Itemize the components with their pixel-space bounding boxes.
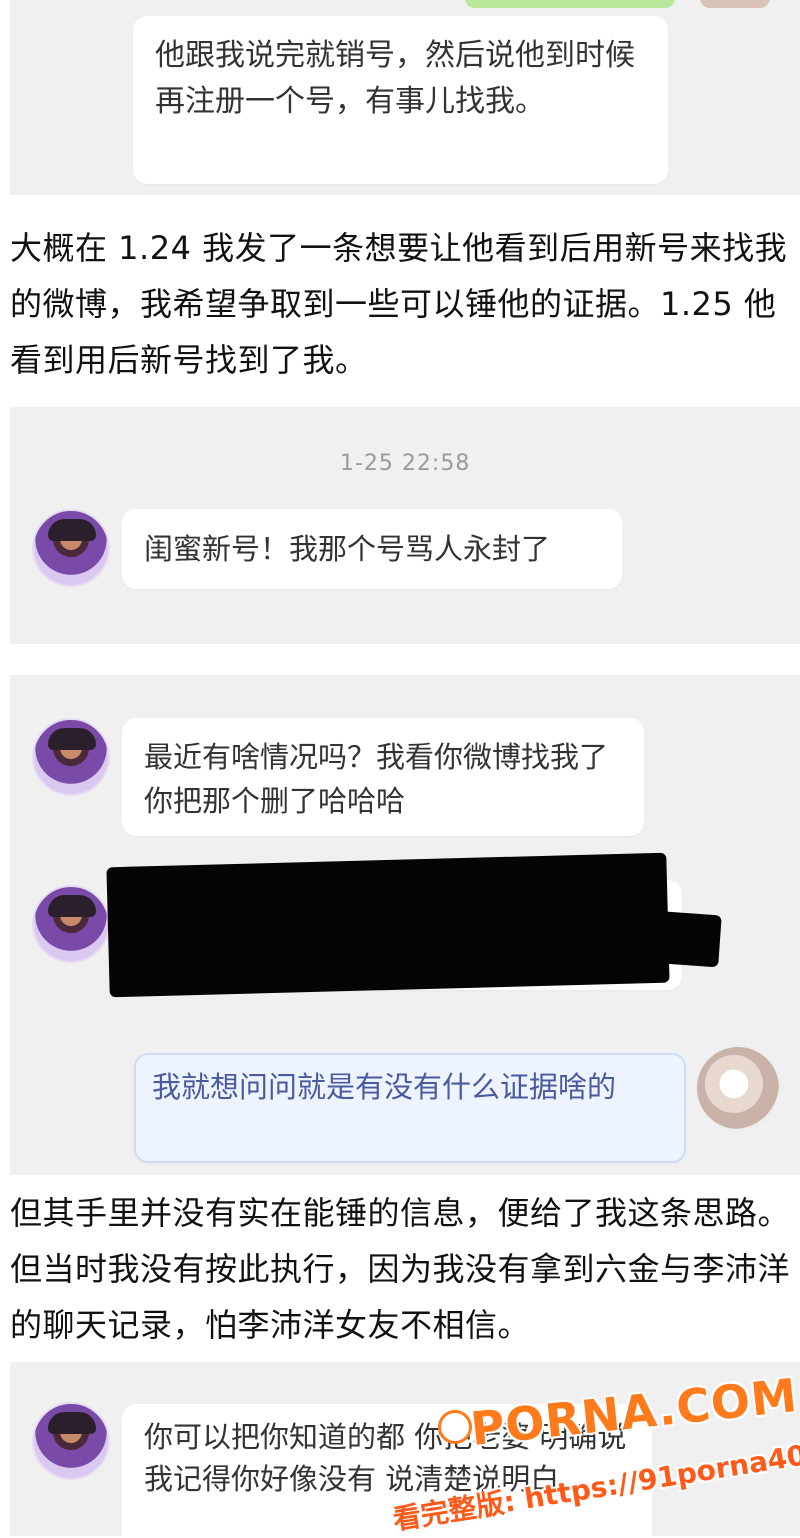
avatar [32,509,110,587]
message-text: 最近有啥情况吗？我看你微博找我了 你把那个删了哈哈哈 [144,740,609,818]
message-bubble: 最近有啥情况吗？我看你微博找我了 你把那个删了哈哈哈 [122,718,644,836]
avatar [32,885,110,963]
watermark-circle-icon [438,1410,472,1444]
narrative-paragraph: 但其手里并没有实在能锤的信息，便给了我这条思路。但当时我没有按此执行，因为我没有… [10,1185,790,1353]
top-avatar-edge [700,0,770,8]
message-timestamp: 1-25 22:58 [340,451,471,476]
avatar [32,718,110,796]
message-bubble: 他跟我说完就销号，然后说他到时候再注册一个号，有事儿找我。 [133,16,668,184]
message-text: 我就想问问就是有没有什么证据啥的 [152,1070,617,1104]
message-bubble: 闺蜜新号！我那个号骂人永封了 [122,509,622,589]
top-green-bubble-edge [465,0,675,8]
avatar [32,1402,110,1480]
chat-screenshot-1: 他跟我说完就销号，然后说他到时候再注册一个号，有事儿找我。 [10,0,800,195]
narrative-text: 但其手里并没有实在能锤的信息，便给了我这条思路。但当时我没有按此执行，因为我没有… [10,1194,791,1344]
self-avatar [695,1045,781,1131]
chat-screenshot-3: 最近有啥情况吗？我看你微博找我了 你把那个删了哈哈哈 我就想问问就是有没有什么证… [10,675,800,1175]
narrative-text: 大概在 1.24 我发了一条想要让他看到后用新号来找我的微博，我希望争取到一些可… [10,229,788,379]
redaction-mark [106,852,670,998]
message-text: 他跟我说完就销号，然后说他到时候再注册一个号，有事儿找我。 [155,38,635,119]
message-text: 闺蜜新号！我那个号骂人永封了 [144,532,551,566]
chat-screenshot-2: 1-25 22:58 闺蜜新号！我那个号骂人永封了 [10,407,800,644]
narrative-paragraph: 大概在 1.24 我发了一条想要让他看到后用新号来找我的微博，我希望争取到一些可… [10,220,790,388]
redaction-mark [648,910,722,968]
self-message-bubble: 我就想问问就是有没有什么证据啥的 [134,1053,686,1163]
